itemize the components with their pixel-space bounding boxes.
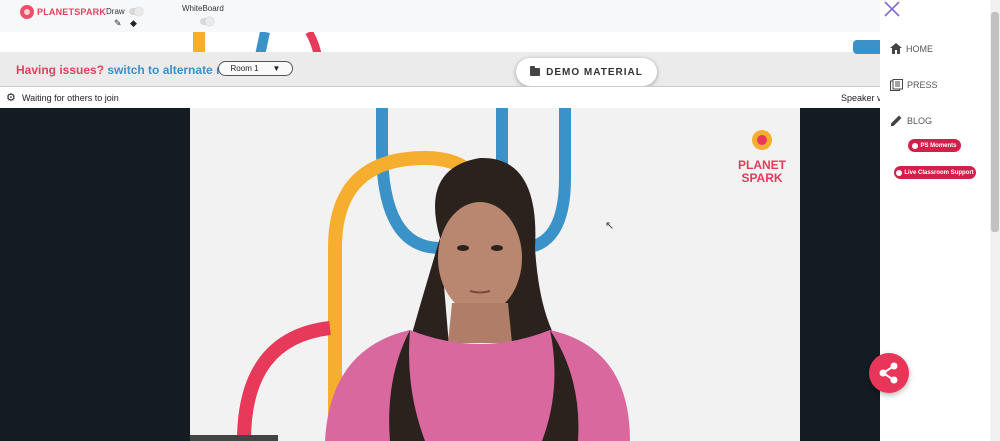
whiteboard-label: WhiteBoard [182,4,224,13]
support-icon [896,169,903,176]
planetspark-watermark: PLANET SPARK [738,130,787,185]
gear-icon[interactable]: ⚙ [6,91,16,104]
scrollbar-thumb[interactable] [991,12,999,232]
room-select[interactable]: Room 1 ▼ [218,61,293,76]
folder-icon [530,66,541,76]
demo-material-label: DEMO MATERIAL [546,66,643,78]
ps-moments-label: PS Moments [920,142,957,149]
waiting-status: Waiting for others to join [22,93,119,103]
neck [448,303,512,343]
nav-press[interactable]: PRESS [890,79,938,91]
nav-blog-label: BLOG [907,115,933,126]
eraser-icon[interactable]: ◆ [130,19,137,28]
connection-issues-text: Having issues? switch to alternate room [16,63,246,77]
home-icon [890,43,902,54]
draw-label: Draw [106,7,125,16]
live-support-label: Live Classroom Support [904,169,974,176]
participant-video: PLANET SPARK ↖ [190,108,800,441]
pencil-icon[interactable]: ✎ [114,19,122,28]
participant-name-tag [190,435,278,441]
play-icon [912,142,919,149]
watermark-line1: PLANET [738,158,787,172]
nav-press-label: PRESS [907,80,938,90]
video-frame: PLANET SPARK ↖ [237,108,787,441]
eye-right [491,245,503,251]
nav-blog[interactable]: BLOG [890,114,932,127]
whiteboard-toggle[interactable] [200,17,214,26]
planetspark-logo[interactable]: PLANETSPARK [20,4,106,20]
nav-home-label: HOME [906,43,933,54]
chevron-down-icon: ▼ [272,64,281,73]
eye-left [457,245,469,251]
face [438,202,522,314]
share-icon [879,362,898,384]
video-letterbox-left [0,108,190,441]
video-letterbox-right [800,108,880,441]
shirt [325,330,630,441]
nav-home[interactable]: HOME [890,43,933,54]
speaker-view-toggle[interactable]: Speaker vi [841,93,880,103]
room-select-value: Room 1 [230,64,259,73]
draw-toggle[interactable] [129,7,143,16]
close-icon[interactable] [883,0,901,18]
ps-moments-button[interactable]: PS Moments [908,139,961,152]
share-button[interactable] [869,353,909,393]
demo-material-button[interactable]: DEMO MATERIAL [516,58,657,86]
issues-label: Having issues? [16,63,105,77]
mouse-cursor-icon: ↖ [605,219,614,232]
live-classroom-support-button[interactable]: Live Classroom Support [894,166,976,179]
edit-icon [891,115,902,126]
logo-text: PLANETSPARK [37,7,107,17]
watermark-line2: SPARK [741,171,782,185]
chat-tab[interactable] [853,40,880,54]
status-bar [0,86,880,108]
logo-mark-icon [20,5,34,19]
arc-red [237,321,331,441]
press-icon [890,79,903,91]
